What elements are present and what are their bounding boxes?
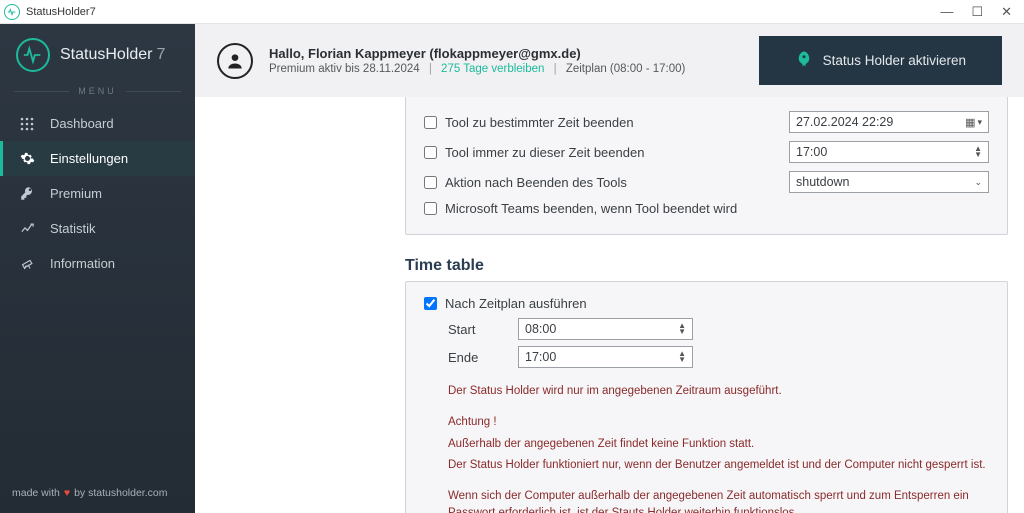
separator: | xyxy=(429,63,432,75)
timetable-title: Time table xyxy=(405,257,1014,275)
footer-by: by statusholder.com xyxy=(74,487,167,499)
option-end-teams: Microsoft Teams beenden, wenn Tool beend… xyxy=(424,197,989,220)
option-label: Microsoft Teams beenden, wenn Tool beend… xyxy=(445,201,737,216)
window-controls: — ☐ ✕ xyxy=(940,4,1020,20)
greeting: Hallo, Florian Kappmeyer (flokappmeyer@g… xyxy=(269,46,685,61)
checkbox-end-always[interactable] xyxy=(424,146,437,159)
note-range: Der Status Holder wird nur im angegebene… xyxy=(424,381,989,402)
checkbox-end-at-time[interactable] xyxy=(424,116,437,129)
time-input[interactable]: 17:00 ▲▼ xyxy=(789,141,989,163)
option-end-always: Tool immer zu dieser Zeit beenden 17:00 … xyxy=(424,137,989,167)
activate-button[interactable]: Status Holder aktivieren xyxy=(759,36,1002,85)
spinner-icon[interactable]: ▲▼ xyxy=(974,146,982,158)
menu-label: MENU xyxy=(0,86,195,96)
brand: StatusHolder 7 xyxy=(0,38,195,82)
sidebar-nav: Dashboard Einstellungen Premium Statisti… xyxy=(0,106,195,281)
premium-until: Premium aktiv bis 28.11.2024 xyxy=(269,63,420,75)
option-run-schedule: Nach Zeitplan ausführen xyxy=(424,292,989,315)
brand-version: 7 xyxy=(157,46,166,64)
chart-icon xyxy=(18,221,36,236)
spinner-icon[interactable]: ▲▼ xyxy=(678,323,686,335)
note-warn-head: Achtung ! xyxy=(424,412,989,433)
sidebar-footer: made with ♥ by statusholder.com xyxy=(0,479,195,507)
rocket-icon xyxy=(795,50,813,71)
sidebar-item-label: Dashboard xyxy=(50,116,114,131)
avatar xyxy=(217,43,253,79)
checkbox-after-action[interactable] xyxy=(424,176,437,189)
end-input[interactable]: 17:00 ▲▼ xyxy=(518,346,693,368)
note-warn3: Wenn sich der Computer außerhalb der ang… xyxy=(424,486,989,513)
sidebar-item-label: Information xyxy=(50,256,115,271)
gear-icon xyxy=(18,151,36,166)
days-remaining: 275 Tage verbleiben xyxy=(441,63,544,75)
sidebar: StatusHolder 7 MENU Dashboard Einstellun… xyxy=(0,24,195,513)
action-value: shutdown xyxy=(796,175,850,189)
option-label: Tool zu bestimmter Zeit beenden xyxy=(445,115,634,130)
datetime-value: 27.02.2024 22:29 xyxy=(796,115,893,129)
time-value: 17:00 xyxy=(796,145,827,159)
minimize-button[interactable]: — xyxy=(940,4,953,20)
sidebar-item-label: Statistik xyxy=(50,221,96,236)
sidebar-item-information[interactable]: Information xyxy=(0,246,195,281)
row-end: Ende 17:00 ▲▼ xyxy=(424,343,989,371)
schedule-info: Zeitplan (08:00 - 17:00) xyxy=(566,63,686,75)
sidebar-item-label: Premium xyxy=(50,186,102,201)
activate-label: Status Holder aktivieren xyxy=(823,53,966,68)
timetable-panel: Nach Zeitplan ausführen Start 08:00 ▲▼ E… xyxy=(405,281,1008,513)
maximize-button[interactable]: ☐ xyxy=(971,4,983,20)
chevron-down-icon[interactable]: ▾ xyxy=(977,117,982,128)
grid-icon xyxy=(18,117,36,131)
main: Hallo, Florian Kappmeyer (flokappmeyer@g… xyxy=(195,24,1024,513)
brand-name: StatusHolder xyxy=(60,46,153,64)
option-after-action: Aktion nach Beenden des Tools shutdown ⌄ xyxy=(424,167,989,197)
end-value: 17:00 xyxy=(525,350,556,364)
window-title: StatusHolder7 xyxy=(26,6,96,18)
footer-made: made with xyxy=(12,487,60,499)
calendar-icon[interactable]: ▦ xyxy=(965,116,975,129)
content: Tool zu bestimmter Zeit beenden 27.02.20… xyxy=(195,97,1024,513)
checkbox-end-teams[interactable] xyxy=(424,202,437,215)
sub-line: Premium aktiv bis 28.11.2024 | 275 Tage … xyxy=(269,63,685,75)
end-label: Ende xyxy=(448,350,518,365)
sidebar-item-statistics[interactable]: Statistik xyxy=(0,211,195,246)
heart-icon: ♥ xyxy=(64,487,70,499)
key-icon xyxy=(18,186,36,201)
start-input[interactable]: 08:00 ▲▼ xyxy=(518,318,693,340)
separator: | xyxy=(554,63,557,75)
start-label: Start xyxy=(448,322,518,337)
row-start: Start 08:00 ▲▼ xyxy=(424,315,989,343)
note-warn1: Außerhalb der angegebenen Zeit findet ke… xyxy=(424,434,989,455)
titlebar: StatusHolder7 — ☐ ✕ xyxy=(0,0,1024,24)
datetime-input[interactable]: 27.02.2024 22:29 ▦▾ xyxy=(789,111,989,133)
sidebar-item-label: Einstellungen xyxy=(50,151,128,166)
sidebar-item-settings[interactable]: Einstellungen xyxy=(0,141,195,176)
action-select[interactable]: shutdown ⌄ xyxy=(789,171,989,193)
user-block: Hallo, Florian Kappmeyer (flokappmeyer@g… xyxy=(269,46,685,75)
sidebar-item-premium[interactable]: Premium xyxy=(0,176,195,211)
option-label: Nach Zeitplan ausführen xyxy=(445,296,587,311)
logo-icon xyxy=(16,38,50,72)
option-label: Tool immer zu dieser Zeit beenden xyxy=(445,145,644,160)
option-label: Aktion nach Beenden des Tools xyxy=(445,175,627,190)
chevron-down-icon[interactable]: ⌄ xyxy=(974,177,982,188)
telescope-icon xyxy=(18,256,36,271)
option-end-at-time: Tool zu bestimmter Zeit beenden 27.02.20… xyxy=(424,107,989,137)
close-button[interactable]: ✕ xyxy=(1001,4,1012,20)
end-options-panel: Tool zu bestimmter Zeit beenden 27.02.20… xyxy=(405,97,1008,235)
app-icon xyxy=(4,4,20,20)
spinner-icon[interactable]: ▲▼ xyxy=(678,351,686,363)
start-value: 08:00 xyxy=(525,322,556,336)
note-warn2: Der Status Holder funktioniert nur, wenn… xyxy=(424,455,989,476)
checkbox-run-schedule[interactable] xyxy=(424,297,437,310)
sidebar-item-dashboard[interactable]: Dashboard xyxy=(0,106,195,141)
topbar: Hallo, Florian Kappmeyer (flokappmeyer@g… xyxy=(195,24,1024,97)
